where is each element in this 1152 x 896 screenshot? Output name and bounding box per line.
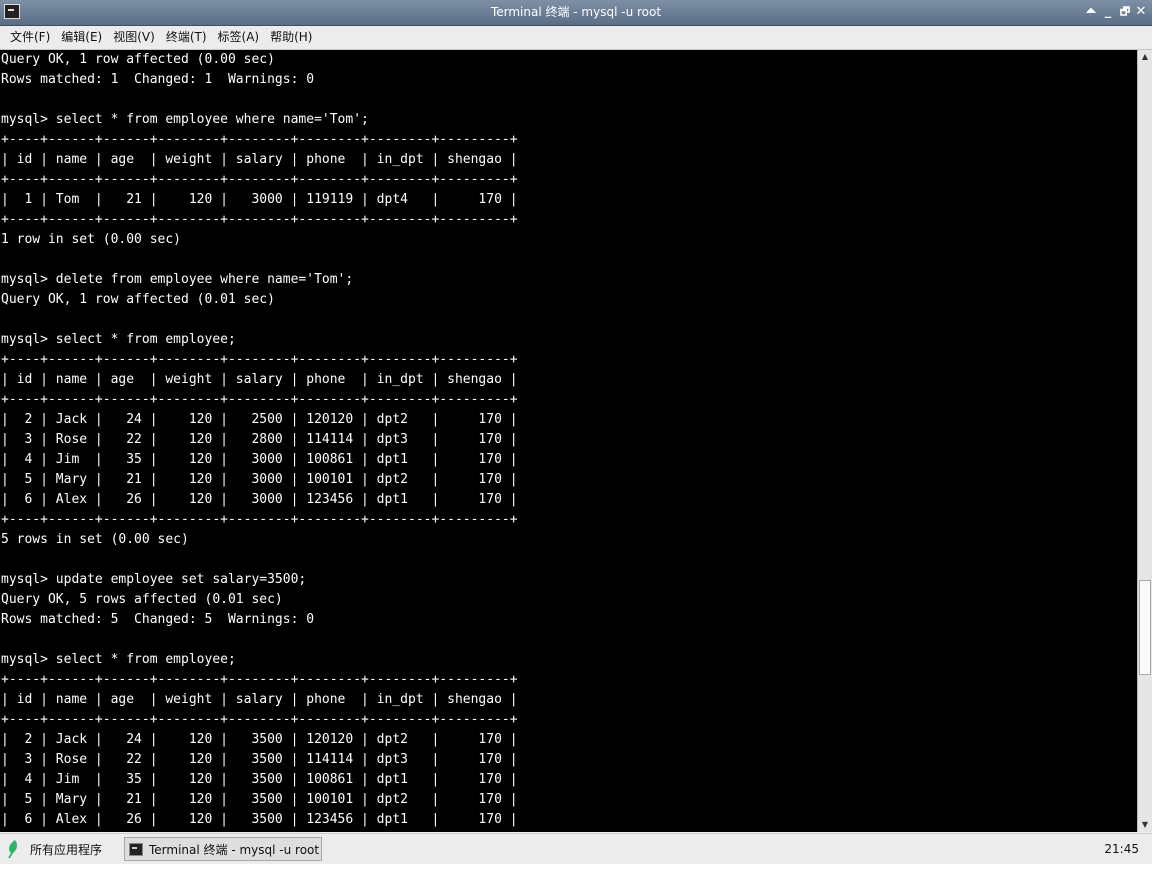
menu-help[interactable]: 帮助(H) — [264, 26, 317, 48]
menu-file[interactable]: 文件(F) — [4, 26, 55, 48]
terminal-output[interactable]: Query OK, 1 row affected (0.00 sec) Rows… — [0, 50, 1137, 832]
menu-view[interactable]: 视图(V) — [107, 26, 160, 48]
taskbar: 所有应用程序 Terminal 终端 - mysql -u root 21:45 — [0, 833, 1152, 865]
taskbar-task-terminal[interactable]: Terminal 终端 - mysql -u root — [124, 837, 322, 861]
clock: 21:45 — [1104, 842, 1139, 856]
minimize-icon[interactable]: _ — [1100, 3, 1116, 21]
scroll-down-arrow-icon[interactable]: ▼ — [1138, 818, 1152, 832]
menu-terminal[interactable]: 终端(T) — [160, 26, 212, 48]
scroll-up-arrow-icon[interactable]: ▲ — [1138, 50, 1152, 64]
close-icon[interactable]: ✕ — [1133, 3, 1149, 21]
terminal-text: Query OK, 1 row affected (0.00 sec) Rows… — [1, 52, 518, 827]
menu-edit[interactable]: 编辑(E) — [55, 26, 107, 48]
menu-tabs[interactable]: 标签(A) — [212, 26, 265, 48]
start-menu-label: 所有应用程序 — [30, 842, 103, 857]
shade-window-icon[interactable]: ⏶ — [1083, 3, 1099, 21]
maximize-icon[interactable]: 🗗 — [1117, 3, 1133, 21]
start-menu-button[interactable]: 所有应用程序 — [6, 838, 102, 860]
menu-bar: 文件(F) 编辑(E) 视图(V) 终端(T) 标签(A) 帮助(H) — [0, 26, 1152, 50]
title-bar: Terminal 终端 - mysql -u root ⏶ _ 🗗 ✕ — [0, 0, 1152, 26]
scrollbar-thumb[interactable] — [1139, 580, 1151, 675]
taskbar-task-label: Terminal 终端 - mysql -u root — [149, 842, 320, 857]
desktop-strip — [0, 864, 1152, 896]
terminal-task-icon — [129, 842, 143, 856]
vertical-scrollbar[interactable]: ▲ ▼ — [1137, 50, 1152, 832]
leaf-logo-icon — [8, 840, 18, 858]
window-title: Terminal 终端 - mysql -u root — [490, 5, 662, 19]
